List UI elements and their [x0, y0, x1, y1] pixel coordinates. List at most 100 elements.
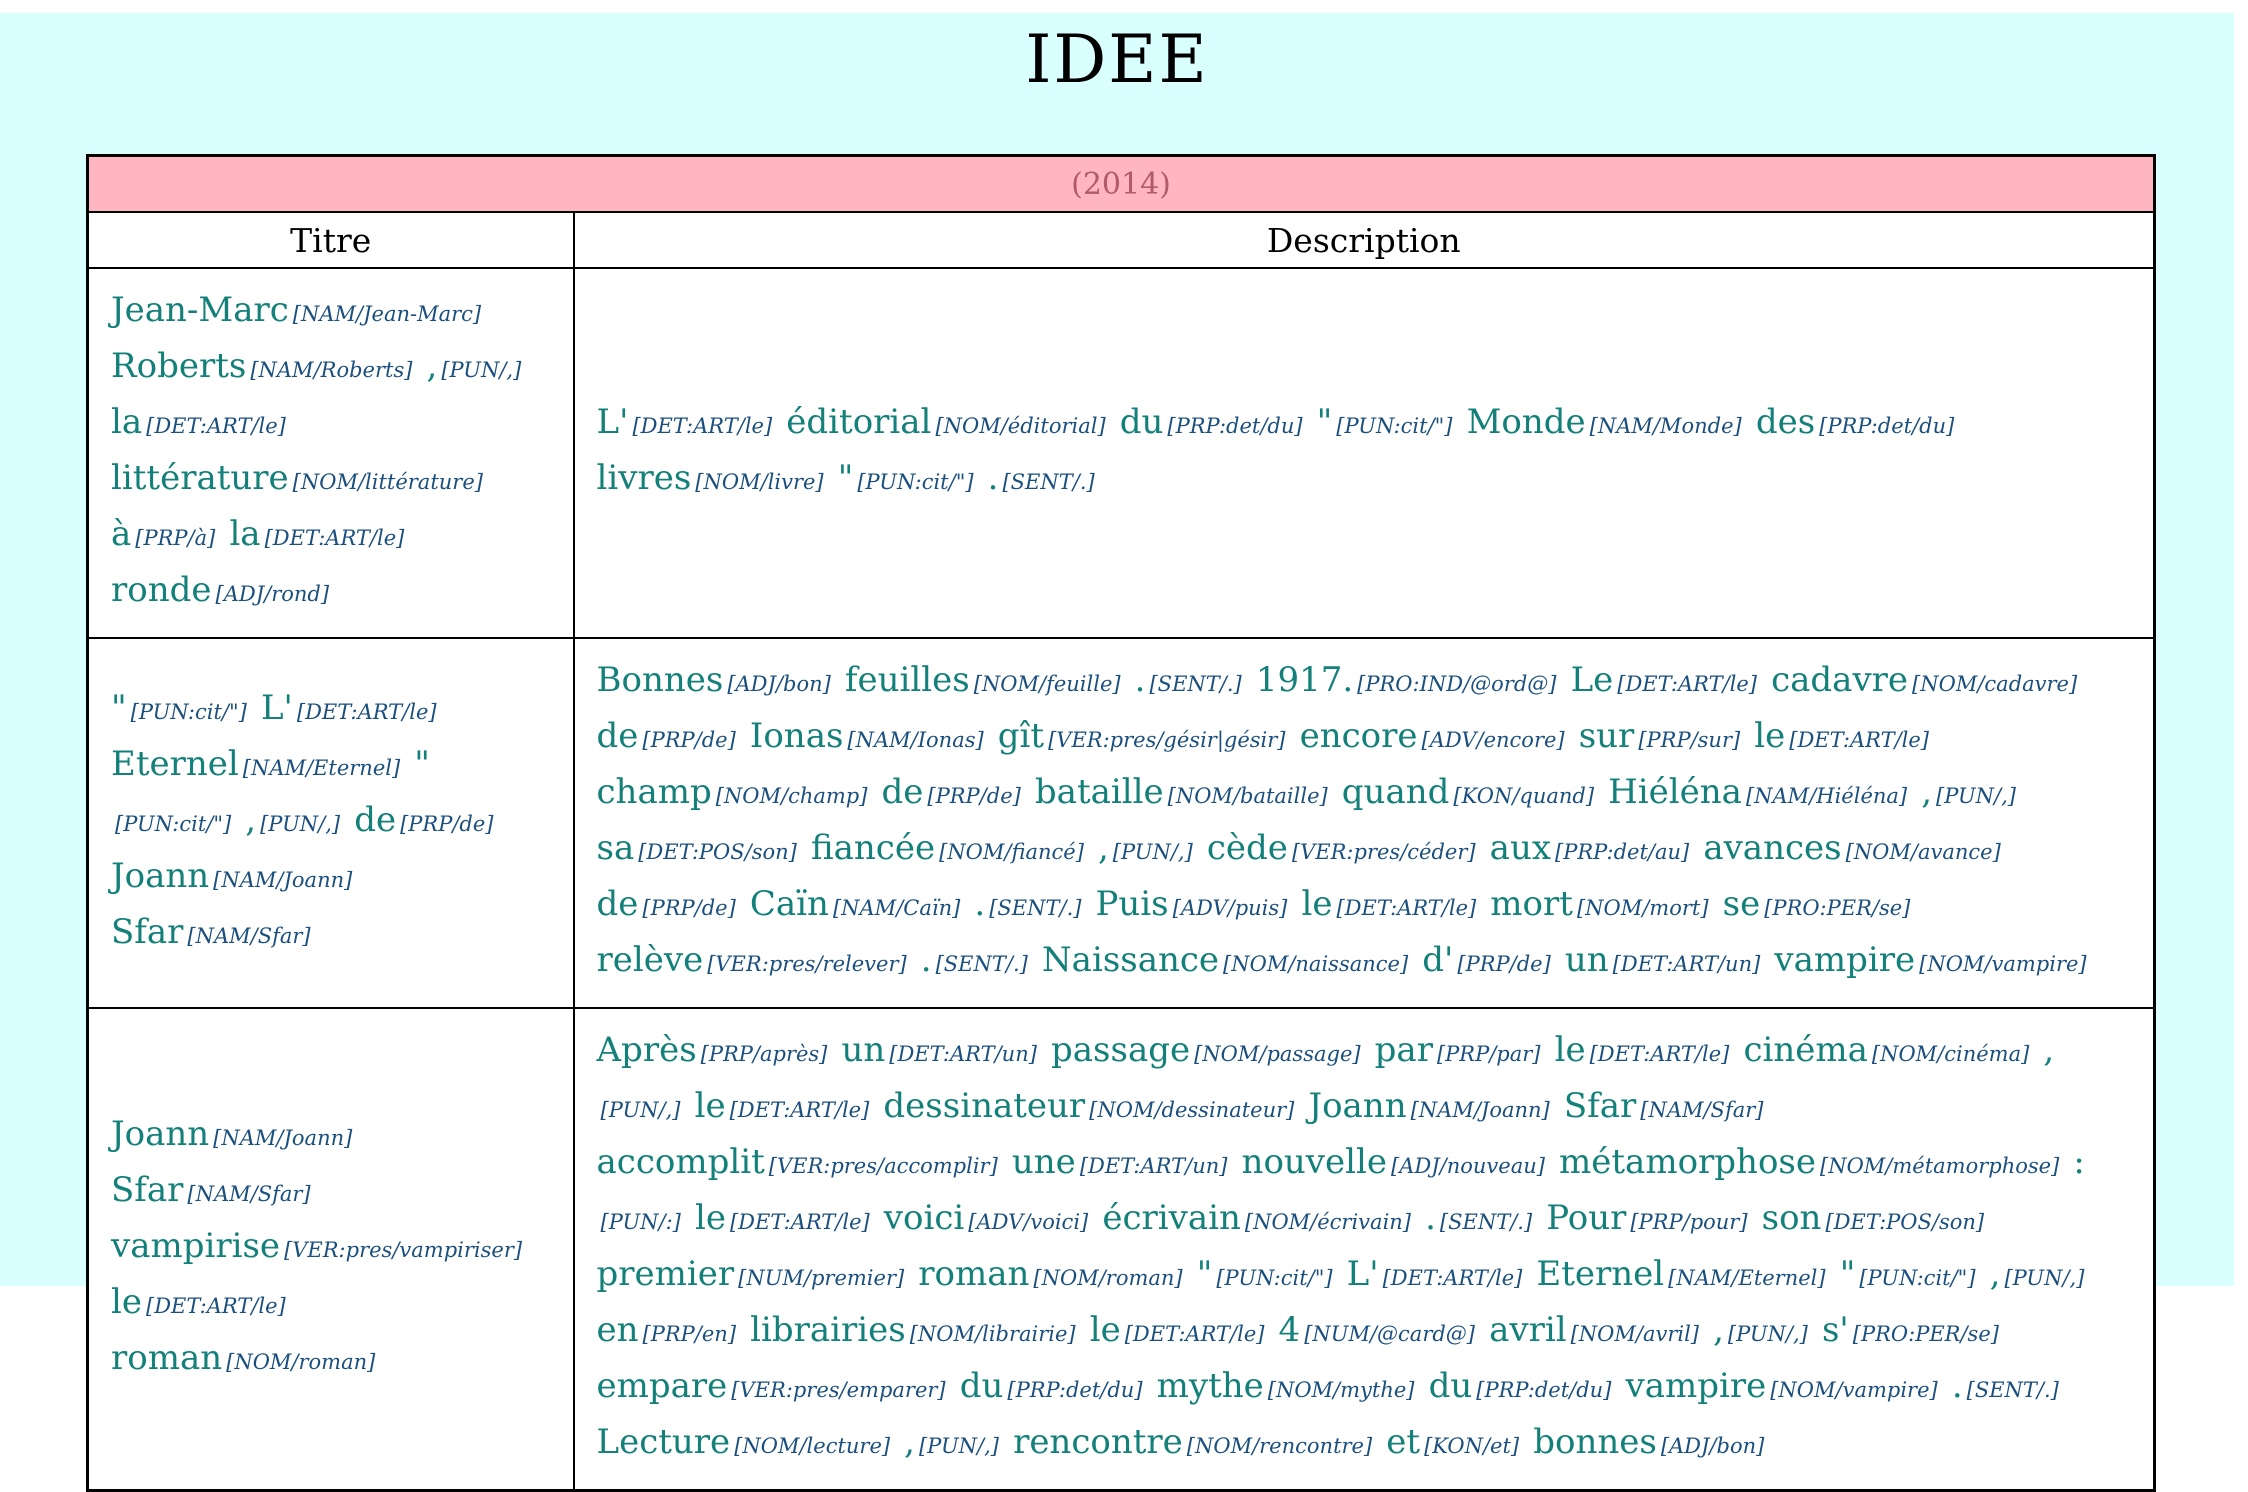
token-tag: [PUN/:]	[600, 1210, 681, 1234]
token-tag: [PUN:cit/"]	[130, 700, 247, 724]
token-tag: [NOM/librairie]	[909, 1322, 1076, 1346]
token-word: vampirise	[111, 1226, 281, 1266]
token-tag: [NAM/Jean-Marc]	[292, 302, 482, 326]
token-tag: [PRO:PER/se]	[1852, 1322, 1999, 1346]
token-tag: [NAM/Caïn]	[832, 896, 961, 920]
token-tag: [NOM/passage]	[1194, 1042, 1361, 1066]
description-cell: L' [DET:ART/le] éditorial [NOM/éditorial] …	[572, 267, 2156, 639]
token-word: ,	[1097, 828, 1109, 868]
token-tag: [KON/quand]	[1453, 784, 1595, 808]
token-word: Joann	[111, 1114, 210, 1154]
token-tag: [DET:ART/le]	[146, 1294, 286, 1318]
token-word: Le	[1570, 660, 1614, 700]
token-word: Sfar	[111, 1170, 184, 1210]
token-word: métamorphose	[1559, 1142, 1816, 1182]
token-tag: [PRP:det/du]	[1476, 1378, 1612, 1402]
token-word: avances	[1703, 828, 1842, 868]
token-tag: [NOM/vampire]	[1919, 952, 2087, 976]
token-word: Caïn	[749, 884, 829, 924]
token-tag: [ADV/encore]	[1421, 728, 1565, 752]
token-tag: [DET:ART/le]	[1589, 1042, 1730, 1066]
token-word: aux	[1489, 828, 1552, 868]
token-word: mythe	[1156, 1366, 1264, 1406]
token-word: roman	[918, 1254, 1030, 1294]
token-word: Hiéléna	[1608, 772, 1742, 812]
token-tag: [PUN/,]	[918, 1434, 999, 1458]
token-tag: [PRP/de]	[400, 812, 494, 836]
token-tag: [SENT/.]	[1149, 672, 1242, 696]
token-word: fiancée	[810, 828, 936, 868]
token-word: Naissance	[1041, 940, 1220, 980]
token-word: du	[1119, 402, 1164, 442]
token-tag: [PUN:cit/"]	[1859, 1266, 1976, 1290]
title-cell: Joann [NAM/Joann] Sfar [NAM/Sfar] vampiris…	[86, 1007, 575, 1492]
token-tag: [NUM/@card@]	[1304, 1322, 1475, 1346]
token-word: voici	[883, 1198, 965, 1238]
token-tag: [PUN/,]	[1936, 784, 2016, 808]
token-word: et	[1386, 1422, 1421, 1462]
year-label: (2014)	[86, 154, 2156, 213]
token-word: Sfar	[111, 912, 184, 952]
token-word: cinéma	[1743, 1030, 1868, 1070]
token-word: :	[2073, 1142, 2085, 1182]
token-word: le	[1554, 1030, 1586, 1070]
token-tag: [DET:ART/le]	[296, 700, 437, 724]
token-word: .	[1951, 1366, 1963, 1406]
token-tag: [PUN:cit/"]	[1216, 1266, 1333, 1290]
token-word: livres	[596, 458, 692, 498]
token-word: Jean-Marc	[111, 290, 289, 330]
token-word: L'	[596, 402, 629, 442]
token-word: ,	[2043, 1030, 2055, 1070]
token-tag: [NAM/Roberts]	[250, 358, 413, 382]
token-word: 4	[1278, 1310, 1301, 1350]
token-word: de	[596, 884, 639, 924]
token-word: écrivain	[1102, 1198, 1241, 1238]
table-row: Joann [NAM/Joann] Sfar [NAM/Sfar] vampiris…	[86, 1007, 2156, 1492]
token-tag: [NAM/Eternel]	[1668, 1266, 1826, 1290]
token-word: 1917.	[1255, 660, 1354, 700]
token-tag: [NOM/avril]	[1570, 1322, 1699, 1346]
token-tag: [NOM/éditorial]	[935, 414, 1106, 438]
token-tag: [SENT/.]	[935, 952, 1028, 976]
token-word: littérature	[111, 458, 289, 498]
token-word: un	[1564, 940, 1609, 980]
token-word: de	[881, 772, 924, 812]
token-tag: [NOM/mythe]	[1267, 1378, 1415, 1402]
token-word: en	[596, 1310, 639, 1350]
token-word: à	[111, 514, 132, 554]
table-row: " [PUN:cit/"] L' [DET:ART/le] Eternel [NAM/…	[86, 637, 2156, 1009]
token-tag: [PRP/sur]	[1638, 728, 1741, 752]
token-tag: [ADJ/rond]	[215, 582, 330, 606]
column-header-description: Description	[572, 211, 2156, 269]
token-tag: [PRP:det/au]	[1555, 840, 1690, 864]
token-word: Eternel	[111, 744, 239, 784]
token-word: roman	[111, 1338, 223, 1378]
token-word: "	[414, 744, 430, 784]
token-word: Bonnes	[596, 660, 724, 700]
token-tag: [PUN/,]	[260, 812, 341, 836]
description-cell: Bonnes [ADJ/bon] feuilles [NOM/feuille] .[…	[572, 637, 2156, 1009]
token-tag: [DET:ART/le]	[632, 414, 773, 438]
token-word: Sfar	[1563, 1086, 1637, 1126]
token-word: la	[229, 514, 261, 554]
token-word: librairies	[750, 1310, 906, 1350]
token-tag: [PUN/,]	[1112, 840, 1193, 864]
token-tag: [NAM/Joann]	[1410, 1098, 1550, 1122]
token-tag: [PUN:cit/"]	[857, 470, 974, 494]
token-tag: [PRP/en]	[642, 1322, 737, 1346]
token-tag: [PRP:det/du]	[1819, 414, 1955, 438]
token-tag: [NOM/roman]	[226, 1350, 376, 1374]
token-word: avril	[1489, 1310, 1567, 1350]
token-word: cède	[1206, 828, 1288, 868]
token-tag: [KON/et]	[1424, 1434, 1520, 1458]
token-tag: [NUM/premier]	[738, 1266, 905, 1290]
token-tag: [DET:ART/le]	[729, 1098, 870, 1122]
token-tag: [ADV/puis]	[1172, 896, 1288, 920]
header-row: Titre Description	[86, 211, 2156, 269]
token-tag: [NOM/champ]	[715, 784, 868, 808]
token-word: ,	[245, 800, 257, 840]
token-tag: [NOM/cadavre]	[1912, 672, 2078, 696]
token-word: passage	[1051, 1030, 1191, 1070]
token-tag: [NAM/Eternel]	[242, 756, 401, 780]
token-tag: [VER:pres/céder]	[1291, 840, 1476, 864]
